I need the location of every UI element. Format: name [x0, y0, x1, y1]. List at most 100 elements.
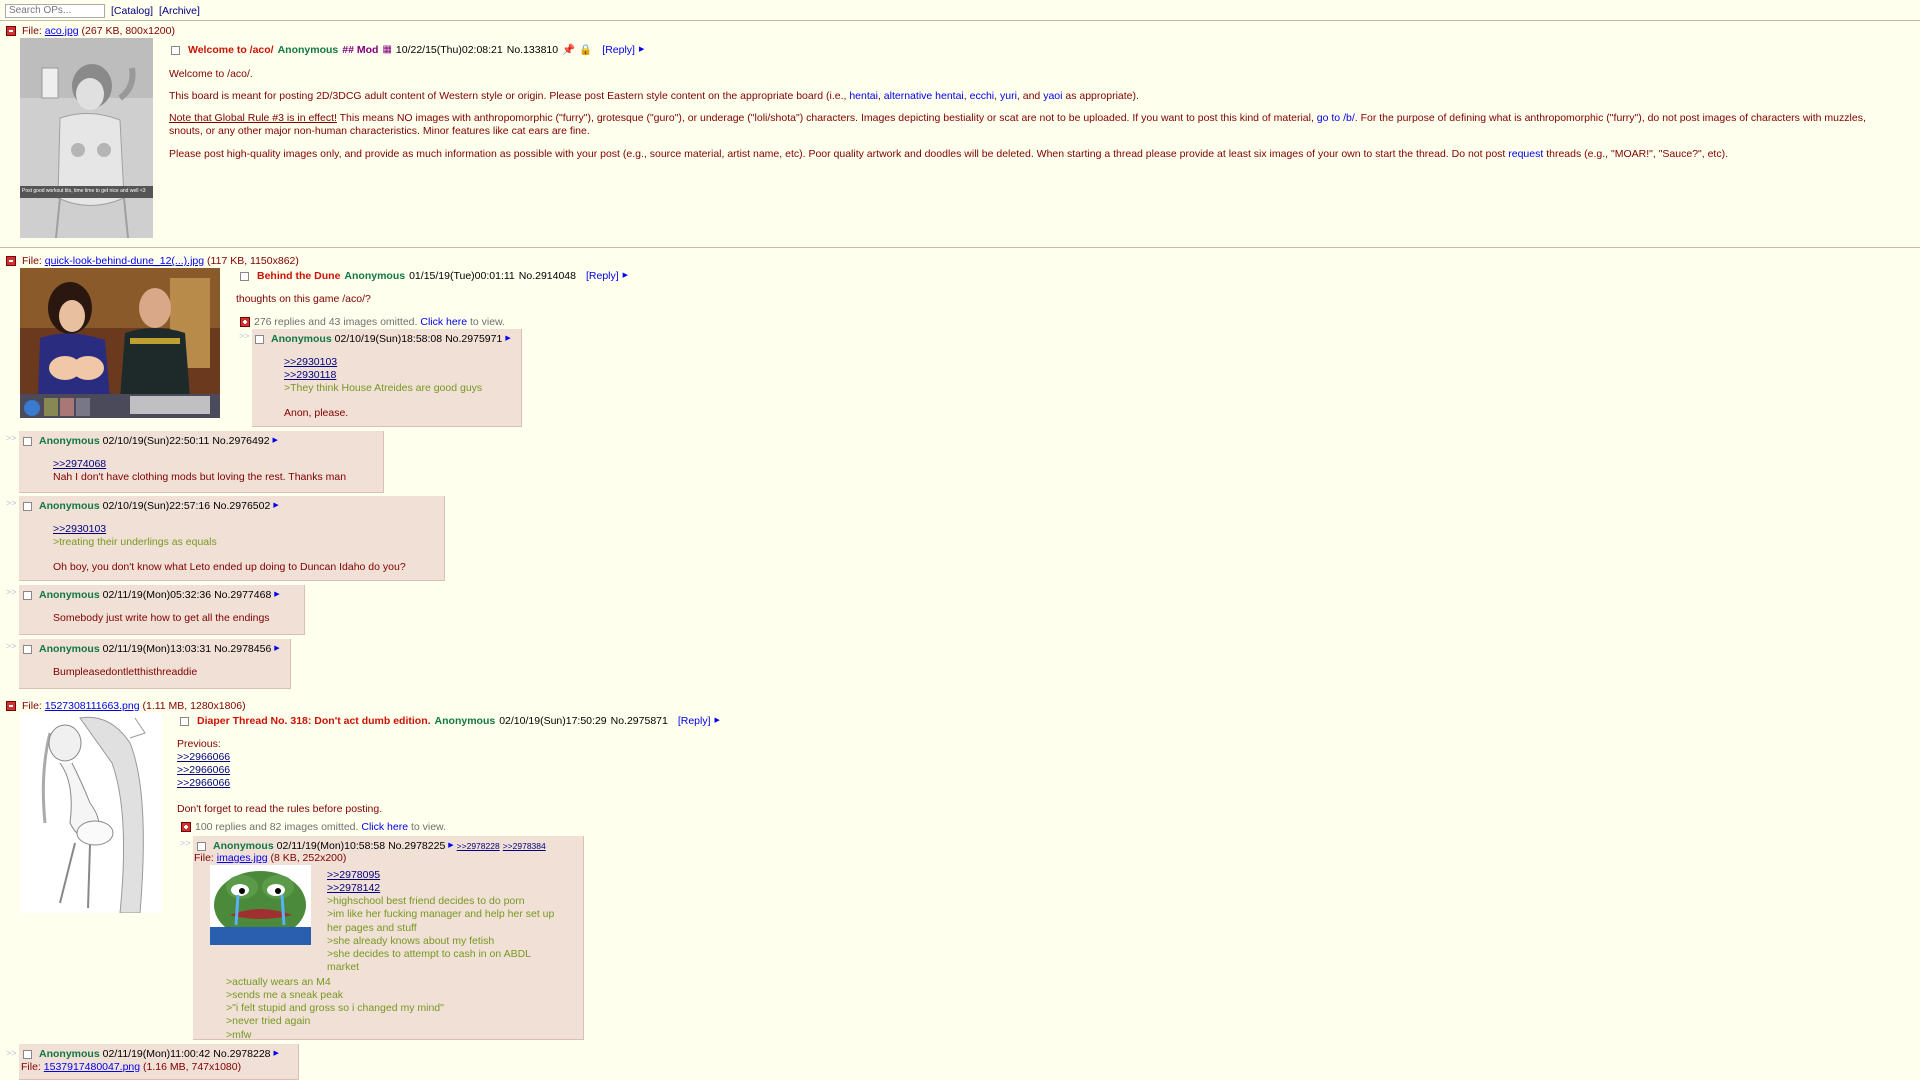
post-menu-icon[interactable]: ▶	[274, 645, 279, 653]
file-meta: (1.16 MB, 747x1080)	[140, 1061, 242, 1073]
yuri-link[interactable]: yuri	[1000, 90, 1017, 102]
hide-thread-icon[interactable]	[6, 256, 16, 266]
file-link[interactable]: quick-look-behind-dune_12(...).jpg	[45, 255, 204, 267]
post-number[interactable]: No.133810	[507, 44, 558, 57]
reply-body: Somebody just write how to get all the e…	[53, 612, 270, 625]
reply-link[interactable]: [Reply]	[602, 44, 635, 57]
rules-reminder: Don't forget to read the rules before po…	[177, 802, 383, 815]
hentai-link[interactable]: hentai	[849, 90, 878, 102]
greentext: >mfw	[226, 1028, 252, 1041]
click-here-link[interactable]: Click here	[420, 316, 467, 328]
body-paragraph: Welcome to /aco/.	[169, 68, 253, 80]
post-menu-icon[interactable]: ▶	[273, 502, 278, 510]
post-date: 02/11/19(Mon)10:58:58	[276, 840, 386, 852]
ecchi-link[interactable]: ecchi	[970, 90, 995, 102]
backlink[interactable]: >>2978384	[503, 841, 546, 851]
op-file-info: File: quick-look-behind-dune_12(...).jpg…	[22, 255, 299, 268]
backlink[interactable]: >>2978228	[457, 841, 500, 851]
op-post-body: thoughts on this game /aco/?	[236, 293, 371, 305]
reply-arrows: >>	[6, 587, 17, 597]
greentext: >im like her fucking manager and help he…	[327, 908, 555, 934]
op-thumbnail[interactable]: Post good workout tits, time time to get…	[20, 38, 153, 238]
post-menu-icon[interactable]: ▶	[274, 1050, 279, 1058]
quote-link[interactable]: >>2966066	[177, 777, 382, 790]
reply-header: Anonymous 02/10/19(Sun)22:57:16 No.29765…	[23, 500, 279, 513]
file-label: File:	[21, 1061, 44, 1073]
post-checkbox[interactable]	[23, 590, 32, 600]
catalog-link[interactable]: [Catalog]	[111, 5, 153, 18]
reply-link[interactable]: [Reply]	[586, 270, 619, 283]
alternative-hentai-link[interactable]: alternative hentai	[884, 90, 964, 102]
post-checkbox[interactable]	[171, 45, 180, 55]
post-number[interactable]: No.2977468	[214, 589, 271, 602]
post-menu-icon[interactable]: ▶	[274, 591, 279, 599]
quote-link[interactable]: >>2978142	[327, 882, 567, 895]
reply-file-info: File: images.jpg (8 KB, 252x200)	[194, 852, 346, 865]
op-thumbnail[interactable]	[20, 713, 162, 913]
request-link[interactable]: request	[1508, 148, 1543, 160]
post-menu-icon[interactable]: ▶	[505, 335, 510, 343]
omitted-text: 100 replies and 82 images omitted.	[195, 821, 362, 833]
reply-thumbnail[interactable]	[210, 865, 311, 945]
reply-text: Oh boy, you don't know what Leto ended u…	[53, 561, 406, 574]
op-thumbnail[interactable]	[20, 268, 220, 418]
archive-link[interactable]: [Archive]	[159, 5, 200, 18]
post-number[interactable]: No.2976492	[212, 435, 269, 448]
quote-link[interactable]: >>2966066	[177, 751, 382, 764]
post-number[interactable]: No.2976502	[213, 500, 270, 513]
op-post-header: Diaper Thread No. 318: Don't act dumb ed…	[180, 715, 720, 728]
post-checkbox[interactable]	[23, 436, 32, 446]
file-link[interactable]: 1537917480047.png	[44, 1061, 140, 1073]
post-checkbox[interactable]	[180, 716, 189, 726]
quote-link[interactable]: >>2978095	[327, 869, 567, 882]
reply-link[interactable]: [Reply]	[678, 715, 711, 728]
post-menu-icon[interactable]: ▶	[715, 717, 720, 725]
file-meta: (8 KB, 252x200)	[267, 852, 347, 864]
file-link[interactable]: 1527308111663.png	[45, 700, 140, 712]
post-checkbox[interactable]	[23, 501, 32, 511]
post-checkbox[interactable]	[197, 841, 206, 851]
post-number[interactable]: No.2975971	[445, 333, 502, 346]
text: This board is meant for posting 2D/3DCG …	[169, 90, 850, 103]
post-checkbox[interactable]	[23, 644, 32, 654]
expand-thread-icon[interactable]	[181, 822, 191, 833]
post-number[interactable]: No.2975871	[611, 715, 668, 728]
post-subject: Diaper Thread No. 318: Don't act dumb ed…	[197, 715, 431, 727]
post-menu-icon[interactable]: ▶	[273, 437, 278, 445]
expand-thread-icon[interactable]	[240, 317, 250, 328]
post-checkbox[interactable]	[255, 334, 264, 344]
post-checkbox[interactable]	[23, 1049, 32, 1059]
thumbnail-caption: Post good workout tits, time time to get…	[22, 188, 146, 194]
omitted-text: to view.	[467, 316, 505, 328]
file-label: File:	[22, 25, 45, 37]
file-link[interactable]: aco.jpg	[45, 25, 79, 37]
op-file-info: File: aco.jpg (267 KB, 800x1200)	[22, 25, 175, 38]
file-link[interactable]: images.jpg	[217, 852, 268, 864]
quote-link[interactable]: >>2930103	[53, 523, 406, 536]
post-number[interactable]: No.2914048	[519, 270, 576, 283]
post-number[interactable]: No.2978225	[388, 840, 445, 853]
quote-link[interactable]: >>2966066	[177, 764, 382, 777]
reply-arrows: >>	[180, 838, 191, 848]
click-here-link[interactable]: Click here	[361, 821, 408, 833]
reply-arrows: >>	[6, 1048, 17, 1058]
hide-thread-icon[interactable]	[6, 701, 16, 711]
quote-link[interactable]: >>2974068	[53, 458, 346, 471]
quote-link[interactable]: >>2930103	[284, 356, 482, 369]
b-board-link[interactable]: go to /b/	[1317, 112, 1355, 124]
quote-link[interactable]: >>2930118	[284, 369, 482, 382]
closed-lock-icon: 🔒	[579, 44, 593, 56]
reply-text: Bumpleasedontletthisthreaddie	[53, 666, 198, 678]
post-menu-icon[interactable]: ▶	[623, 272, 628, 280]
post-number[interactable]: No.2978228	[213, 1048, 270, 1061]
post-menu-icon[interactable]: ▶	[448, 842, 453, 850]
op-file-info: File: 1527308111663.png (1.11 MB, 1280x1…	[22, 700, 246, 713]
post-menu-icon[interactable]: ▶	[639, 46, 644, 54]
hide-thread-icon[interactable]	[6, 26, 16, 36]
yaoi-link[interactable]: yaoi	[1043, 90, 1062, 102]
top-bar: Search OPs... [Catalog] [Archive]	[5, 3, 200, 19]
post-checkbox[interactable]	[240, 271, 249, 281]
post-number[interactable]: No.2978456	[214, 643, 271, 656]
search-ops-input[interactable]: Search OPs...	[5, 4, 105, 18]
